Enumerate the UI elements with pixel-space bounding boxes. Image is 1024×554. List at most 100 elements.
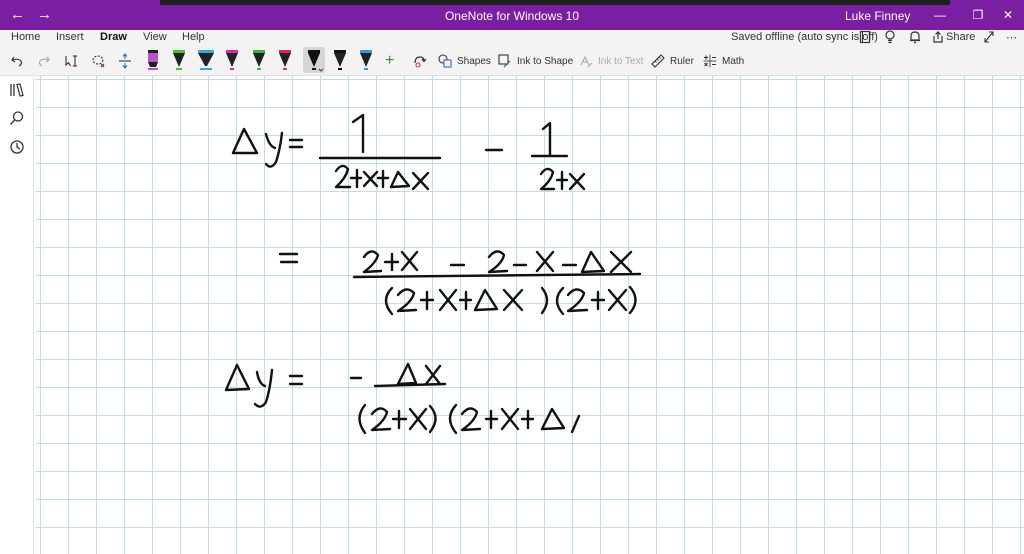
navigation-sidebar bbox=[0, 76, 34, 554]
recent-notes-icon[interactable] bbox=[9, 139, 25, 155]
ink-x-b bbox=[411, 171, 430, 191]
ink-paren-open-4 bbox=[448, 403, 458, 435]
ink-delta-a bbox=[389, 170, 411, 189]
ink-y-2 bbox=[253, 368, 274, 408]
ink-plus-e bbox=[419, 290, 435, 311]
ink-paren-close-1 bbox=[540, 286, 549, 315]
ink-x-e bbox=[535, 250, 555, 273]
tab-help[interactable]: Help bbox=[182, 31, 205, 43]
blue-highlighter-icon[interactable] bbox=[197, 49, 214, 71]
ink-delta-d bbox=[224, 363, 251, 392]
minimize-button[interactable]: — bbox=[930, 6, 950, 24]
ink-paren-open-1 bbox=[384, 286, 394, 316]
ink-trailing-stroke bbox=[570, 414, 581, 434]
ink-to-text-button[interactable]: Ink to Text bbox=[579, 51, 643, 71]
purple-highlighter-icon[interactable] bbox=[145, 49, 161, 71]
add-space-icon[interactable] bbox=[118, 51, 132, 71]
ink-x-f bbox=[609, 250, 633, 274]
ink-x-c bbox=[568, 172, 586, 191]
lightbulb-icon[interactable] bbox=[884, 30, 896, 47]
lasso-select-icon[interactable] bbox=[91, 51, 107, 71]
ink-plus-a bbox=[349, 168, 363, 189]
ink-2-e bbox=[396, 288, 418, 313]
ink-fraction-bar-3 bbox=[373, 382, 447, 388]
ribbon-tabs: Home Insert Draw View Help Saved offline… bbox=[0, 30, 1024, 48]
ruler-button[interactable]: Ruler bbox=[651, 51, 694, 71]
ink-x-h bbox=[502, 288, 524, 312]
type-select-icon[interactable] bbox=[64, 51, 80, 71]
share-button[interactable]: Share bbox=[946, 31, 975, 43]
ink-paren-close-2 bbox=[628, 285, 637, 315]
ink-plus-c bbox=[555, 170, 569, 191]
tab-insert[interactable]: Insert bbox=[56, 31, 84, 43]
undo-icon[interactable] bbox=[10, 51, 24, 71]
ink-x-i bbox=[607, 288, 628, 312]
ink-to-text-label: Ink to Text bbox=[598, 55, 644, 67]
ink-paren-open-2 bbox=[555, 286, 565, 316]
ink-plus-g bbox=[590, 290, 606, 311]
ink-y-1 bbox=[264, 131, 284, 168]
ink-2-b bbox=[539, 167, 556, 191]
green-pen-icon[interactable] bbox=[171, 49, 187, 71]
notebooks-icon[interactable] bbox=[9, 82, 25, 98]
handwritten-ink bbox=[224, 113, 642, 435]
ink-numerator-1a bbox=[351, 113, 365, 154]
fullscreen-icon[interactable] bbox=[983, 30, 995, 47]
ink-x-d bbox=[400, 250, 419, 272]
ink-equals-3 bbox=[288, 374, 304, 386]
tab-home[interactable]: Home bbox=[11, 31, 40, 43]
ink-x-k bbox=[408, 407, 428, 431]
black-pen-selected-icon[interactable] bbox=[303, 47, 325, 73]
restore-button[interactable]: ❐ bbox=[968, 6, 988, 24]
blue-pen-icon[interactable] bbox=[358, 49, 374, 71]
magenta-pen-icon[interactable] bbox=[224, 49, 240, 71]
black-pen-icon[interactable] bbox=[332, 49, 348, 71]
more-options-icon[interactable]: ⋯ bbox=[1006, 31, 1017, 44]
ink-2-c bbox=[362, 250, 383, 274]
ink-fraction-bar-2 bbox=[352, 272, 642, 279]
ink-x-j bbox=[424, 364, 442, 386]
ink-equals-2 bbox=[278, 252, 299, 264]
ink-plus-b bbox=[376, 169, 390, 189]
ruler-label: Ruler bbox=[670, 55, 694, 67]
close-button[interactable]: ✕ bbox=[998, 6, 1018, 24]
ink-equals-1 bbox=[288, 138, 304, 149]
share-icon[interactable] bbox=[932, 30, 944, 47]
title-bar-strip bbox=[160, 0, 950, 5]
user-name[interactable]: Luke Finney bbox=[845, 9, 910, 23]
ink-delta-e bbox=[396, 362, 418, 386]
ink-2-d bbox=[487, 250, 509, 274]
ink-2-a bbox=[334, 164, 352, 189]
ink-plus-j bbox=[520, 409, 535, 430]
ink-2-f bbox=[566, 288, 589, 313]
ink-plus-f bbox=[458, 290, 473, 311]
ink-delta-f bbox=[540, 407, 566, 431]
ink-2-h bbox=[460, 407, 482, 432]
notebook-icon[interactable] bbox=[859, 30, 871, 47]
green-pen-2-icon[interactable] bbox=[251, 49, 267, 71]
ink-2-g bbox=[370, 407, 392, 432]
draw-toolbar: + Shapes Ink to Shape Ink to Text Ruler … bbox=[0, 46, 1024, 76]
bell-icon[interactable] bbox=[909, 30, 921, 47]
ink-paren-open-3 bbox=[358, 403, 367, 435]
redo-icon[interactable] bbox=[37, 51, 51, 71]
tab-view[interactable]: View bbox=[143, 31, 167, 43]
ink-x-g bbox=[438, 288, 458, 312]
ink-plus-i bbox=[484, 409, 499, 430]
sync-status: Saved offline (auto sync is off) bbox=[731, 31, 878, 43]
math-button[interactable]: Math bbox=[703, 51, 744, 71]
ink-to-shape-button[interactable]: Ink to Shape bbox=[498, 51, 573, 71]
ink-delta-b bbox=[580, 250, 606, 274]
tab-draw[interactable]: Draw bbox=[100, 31, 127, 48]
red-pen-icon[interactable] bbox=[277, 49, 293, 71]
shapes-button[interactable]: Shapes bbox=[438, 51, 491, 71]
search-icon[interactable] bbox=[9, 110, 25, 126]
ink-replay-icon[interactable] bbox=[412, 51, 428, 71]
ink-x-l bbox=[500, 407, 520, 431]
note-canvas[interactable] bbox=[35, 76, 1024, 554]
ink-delta-1 bbox=[231, 127, 259, 155]
ink-numerator-1b bbox=[541, 121, 552, 157]
ink-delta-c bbox=[473, 288, 499, 312]
title-bar: ← → OneNote for Windows 10 Luke Finney —… bbox=[0, 0, 1024, 30]
add-pen-button[interactable]: + bbox=[385, 51, 394, 71]
